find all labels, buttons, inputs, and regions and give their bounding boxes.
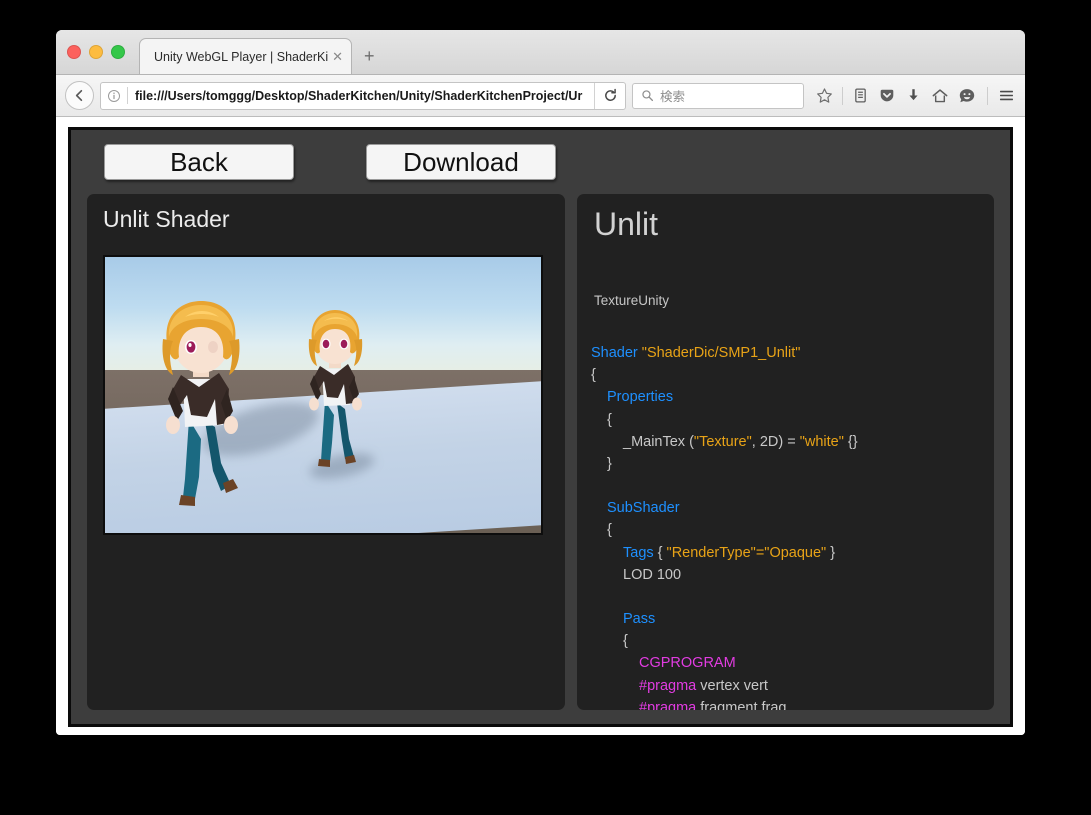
- code-line: {: [591, 630, 980, 652]
- url-bar[interactable]: file:///Users/tomggg/Desktop/ShaderKitch…: [100, 81, 626, 110]
- search-input[interactable]: 検索: [632, 82, 804, 109]
- code-line: {: [591, 519, 980, 541]
- code-token: , 2D) =: [751, 433, 800, 450]
- code-line: _MainTex ("Texture", 2D) = "white" {}: [591, 431, 980, 453]
- code-token: "RenderType"="Opaque": [666, 544, 827, 561]
- tab-title: Unity WebGL Player | ShaderKit...: [154, 49, 329, 64]
- shader-source-code: Shader "ShaderDic/SMP1_Unlit" { Properties…: [591, 342, 980, 710]
- code-token: {: [623, 633, 628, 650]
- code-token: Properties: [607, 389, 674, 406]
- url-text[interactable]: file:///Users/tomggg/Desktop/ShaderKitch…: [128, 89, 594, 103]
- back-arrow-icon: [75, 89, 83, 102]
- star-icon[interactable]: [816, 87, 833, 104]
- new-tab-button[interactable]: +: [364, 47, 375, 65]
- code-line: Properties: [591, 386, 980, 408]
- reload-button[interactable]: [594, 82, 625, 109]
- hamburger-menu-icon[interactable]: [997, 87, 1016, 104]
- code-line: {: [591, 364, 980, 386]
- minimize-window-button[interactable]: [89, 45, 103, 59]
- menu-separator: [987, 86, 988, 105]
- close-window-button[interactable]: [67, 45, 81, 59]
- close-tab-icon[interactable]: ✕: [332, 50, 343, 63]
- code-token: {}: [843, 433, 858, 450]
- code-token: _MainTex (: [623, 433, 694, 450]
- code-line: SubShader: [591, 497, 980, 519]
- search-icon: [642, 90, 654, 102]
- tab-strip: Unity WebGL Player | ShaderKit... ✕ +: [56, 30, 1025, 75]
- code-token: {: [607, 522, 612, 539]
- library-icon[interactable]: [852, 87, 869, 104]
- shader-code-panel: Unlit TextureUnity Shader "ShaderDic/SMP…: [577, 194, 994, 710]
- download-button[interactable]: Download: [366, 144, 556, 180]
- info-icon[interactable]: [101, 83, 127, 109]
- character-model-1: [162, 301, 240, 506]
- back-button-unity[interactable]: Back: [104, 144, 294, 180]
- code-token: Shader: [591, 345, 642, 361]
- code-token: CGPROGRAM: [639, 655, 736, 672]
- page-content: Back Download Unlit Shader Unlit Texture…: [56, 117, 1025, 735]
- code-token: {: [607, 411, 612, 428]
- code-token: #pragma: [639, 699, 697, 710]
- preview-title: Unlit Shader: [103, 206, 230, 232]
- shader-preview-panel: Unlit Shader: [87, 194, 565, 710]
- search-placeholder: 検索: [660, 90, 686, 104]
- unity-webgl-canvas[interactable]: Back Download Unlit Shader Unlit Texture…: [68, 127, 1013, 727]
- navigation-toolbar: file:///Users/tomggg/Desktop/ShaderKitch…: [56, 75, 1025, 117]
- code-token: {: [591, 367, 596, 384]
- pocket-icon[interactable]: [878, 87, 896, 105]
- code-token: vertex vert: [696, 677, 768, 694]
- shader-preview-viewport[interactable]: [103, 255, 543, 535]
- code-token: SubShader: [607, 500, 680, 517]
- browser-tab[interactable]: Unity WebGL Player | ShaderKit... ✕: [139, 38, 352, 74]
- code-line: Shader "ShaderDic/SMP1_Unlit": [591, 342, 980, 364]
- unity-toolbar: Back Download: [87, 144, 994, 180]
- code-token: Tags: [623, 544, 654, 561]
- code-token: }: [826, 544, 836, 561]
- code-line: #pragma vertex vert: [591, 675, 980, 697]
- icon-separator: [842, 86, 843, 105]
- code-line: Tags { "RenderType"="Opaque" }: [591, 542, 980, 564]
- window-controls: [67, 45, 125, 59]
- code-token: {: [653, 544, 667, 561]
- back-button[interactable]: [65, 81, 94, 110]
- code-line: CGPROGRAM: [591, 652, 980, 674]
- code-line: }: [591, 453, 980, 475]
- code-token: "Texture": [693, 433, 752, 450]
- sync-smiley-icon[interactable]: [958, 87, 976, 105]
- code-panel-subtitle: TextureUnity: [594, 293, 670, 308]
- code-token: Pass: [623, 611, 656, 628]
- unity-body: Unlit Shader Unlit TextureUnity Shader "…: [87, 194, 994, 710]
- maximize-window-button[interactable]: [111, 45, 125, 59]
- code-token: "ShaderDic/SMP1_Unlit": [641, 345, 801, 361]
- code-line: {: [591, 409, 980, 431]
- reload-icon: [604, 88, 616, 101]
- code-token: }: [607, 455, 612, 472]
- code-token: "white": [799, 433, 844, 450]
- code-line: #pragma fragment frag: [591, 697, 980, 710]
- code-line: Pass: [591, 608, 980, 630]
- download-arrow-icon[interactable]: [905, 87, 922, 104]
- code-token: #pragma: [639, 677, 697, 694]
- code-panel-title: Unlit: [594, 206, 659, 242]
- code-token: fragment frag: [696, 699, 787, 710]
- browser-window: Unity WebGL Player | ShaderKit... ✕ + fi…: [56, 30, 1025, 735]
- home-icon[interactable]: [931, 87, 949, 105]
- code-line: LOD 100: [591, 564, 980, 586]
- character-model-2: [308, 310, 363, 467]
- code-token: LOD 100: [623, 566, 682, 583]
- toolbar-icons: [816, 86, 1016, 105]
